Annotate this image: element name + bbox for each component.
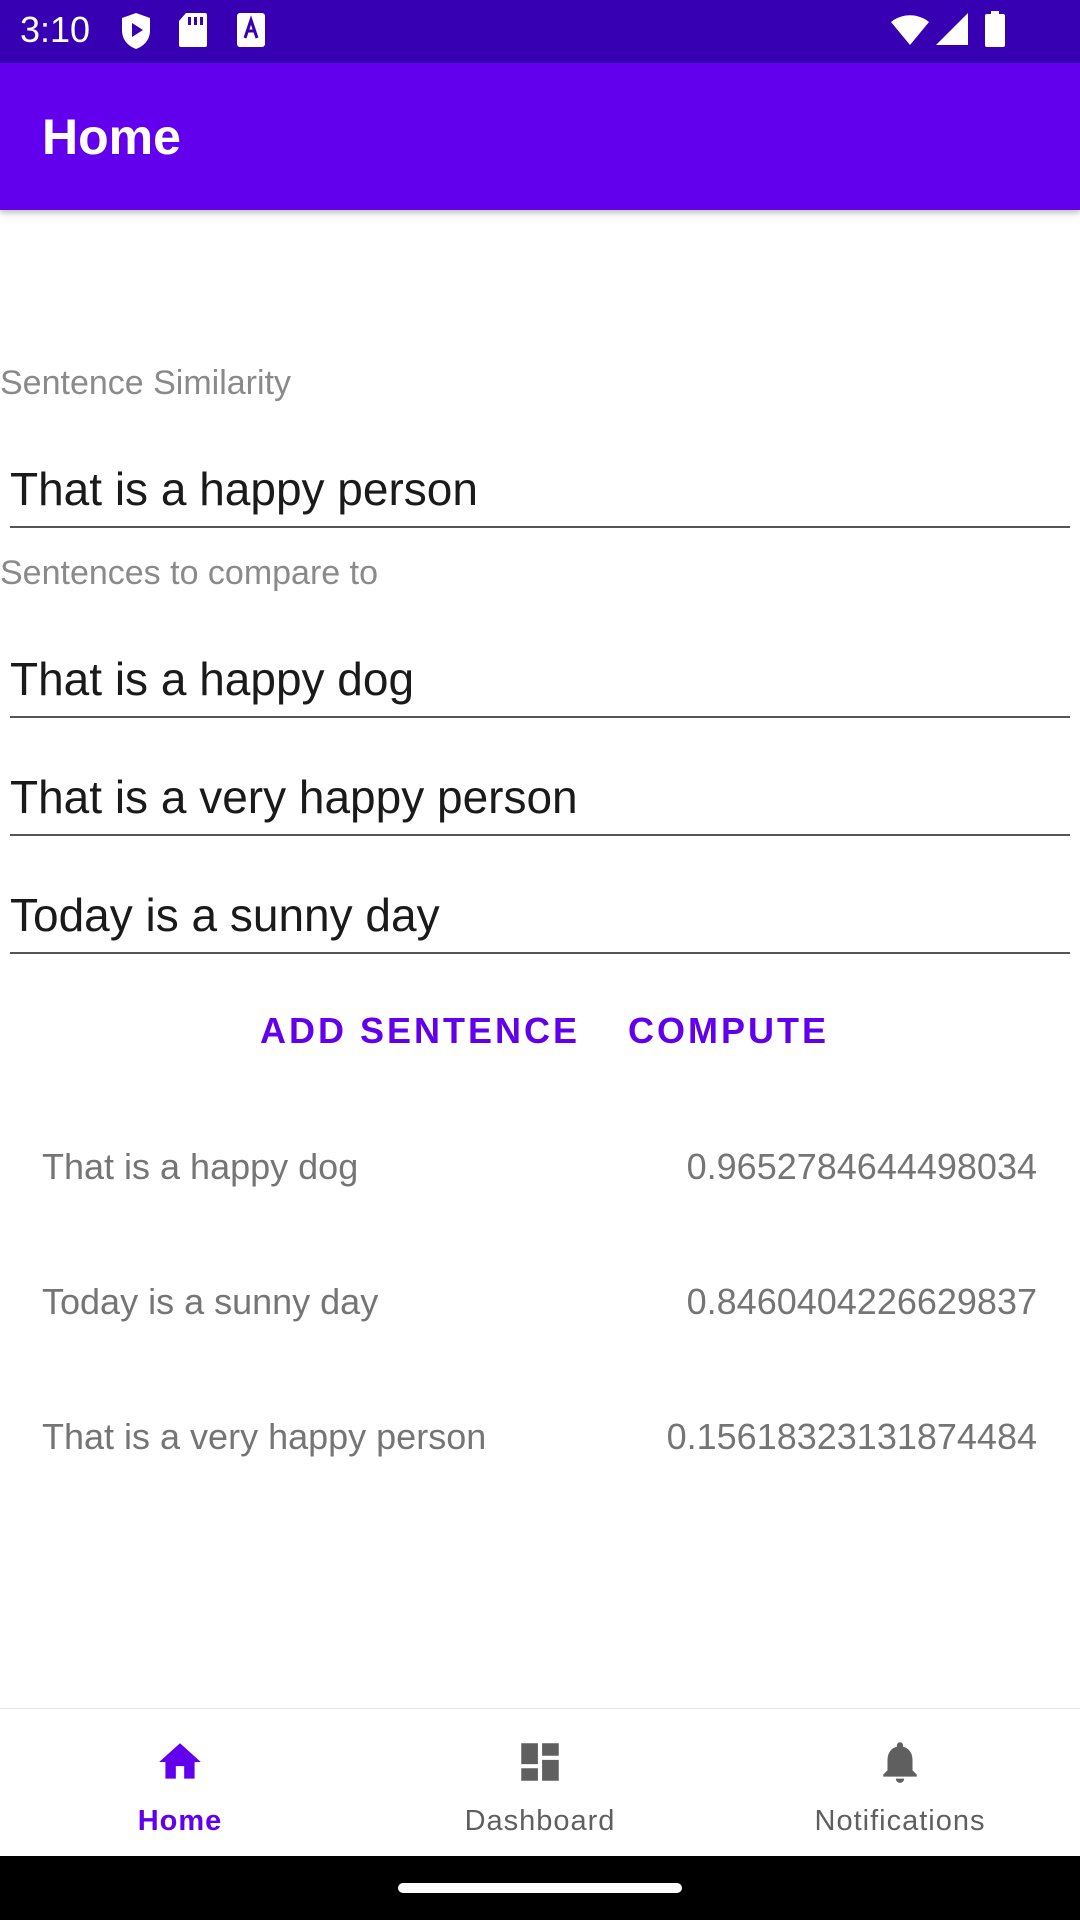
gesture-navigation-bar: [0, 1856, 1080, 1920]
bottom-navigation: Home Dashboard Notifications: [0, 1708, 1080, 1857]
result-sentence: That is a happy dog: [42, 1146, 359, 1187]
dashboard-icon: [521, 1743, 559, 1781]
result-score: 0.9652784644498034: [686, 1146, 1037, 1187]
result-row: Today is a sunny day 0.8460404226629837: [0, 1281, 1080, 1341]
result-row: That is a very happy person 0.1561832313…: [0, 1416, 1080, 1476]
source-sentence-input[interactable]: [10, 460, 1070, 518]
app-screen: 3:10 Home Sentence Similarity That is a …: [0, 0, 1080, 1920]
sentence-similarity-label: Sentence Similarity: [0, 364, 292, 402]
nav-item-notifications[interactable]: Notifications: [720, 1709, 1080, 1857]
wifi-icon: [891, 15, 929, 45]
result-sentence: Today is a sunny day: [42, 1281, 379, 1322]
status-time: 3:10: [20, 9, 91, 50]
nav-item-home[interactable]: Home: [0, 1709, 360, 1857]
home-icon: [159, 1743, 201, 1779]
nav-label-home: Home: [137, 1805, 223, 1837]
sd-card-icon: [179, 13, 207, 47]
nav-label-notifications: Notifications: [814, 1805, 986, 1837]
compare-sentence-field-2[interactable]: [10, 764, 1070, 836]
bell-icon: [883, 1742, 917, 1783]
source-sentence-field[interactable]: [10, 456, 1070, 528]
compare-sentence-field-3[interactable]: [10, 882, 1070, 954]
compare-sentence-input-3[interactable]: [10, 886, 1070, 944]
keyboard-a-icon: [237, 13, 265, 47]
app-title: Home: [42, 109, 181, 165]
nav-label-dashboard: Dashboard: [464, 1805, 616, 1837]
result-row: That is a happy dog 0.9652784644498034: [0, 1146, 1080, 1206]
compare-sentences-label: Sentences to compare to: [0, 554, 379, 592]
play-protect-icon: [122, 13, 150, 49]
compare-sentence-input-1[interactable]: [10, 650, 1070, 708]
compare-sentence-input-2[interactable]: [10, 768, 1070, 826]
cell-signal-icon: [936, 13, 968, 45]
compute-button[interactable]: COMPUTE: [628, 1010, 829, 1060]
compare-sentence-field-1[interactable]: [10, 646, 1070, 718]
home-gesture-handle[interactable]: [398, 1883, 682, 1893]
nav-item-dashboard[interactable]: Dashboard: [360, 1709, 720, 1857]
result-score: 0.15618323131874484: [666, 1416, 1037, 1457]
status-bar: 3:10: [0, 0, 1080, 63]
add-sentence-button[interactable]: ADD SENTENCE: [260, 1010, 580, 1060]
result-score: 0.8460404226629837: [686, 1281, 1037, 1322]
battery-icon: [985, 11, 1005, 47]
result-sentence: That is a very happy person: [42, 1416, 487, 1457]
app-bar: Home: [0, 63, 1080, 210]
